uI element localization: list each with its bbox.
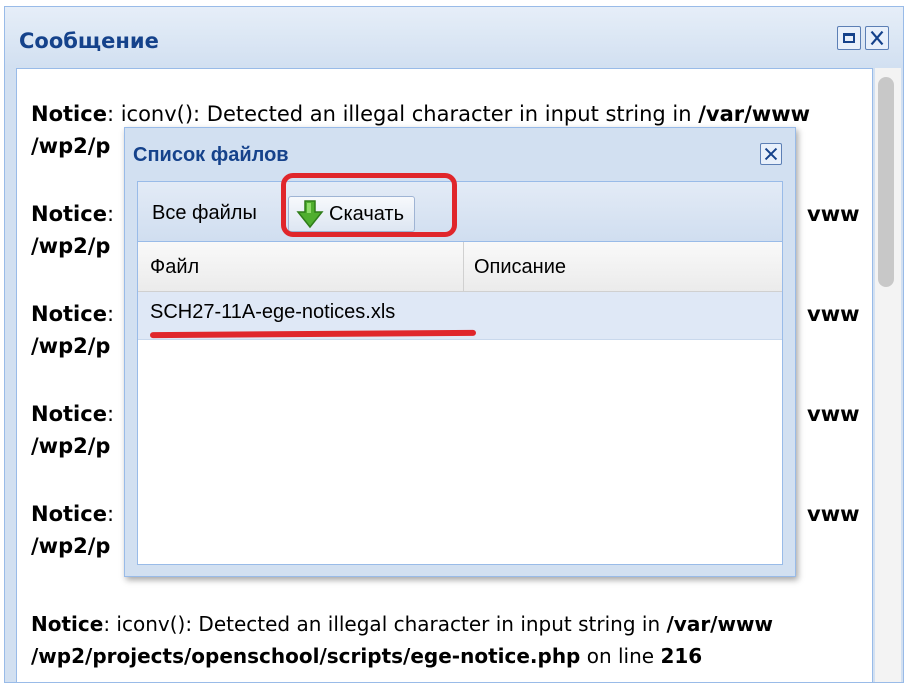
notice-path-tail: vww — [807, 302, 860, 326]
grid-header: Файл Описание — [138, 242, 782, 292]
scrollbar-thumb[interactable] — [878, 77, 894, 287]
maximize-icon — [843, 33, 855, 43]
dialog-toolbar: Все файлы Скачать — [138, 182, 782, 242]
message-window-header: Сообщение — [5, 7, 903, 67]
notice-path: /wp2/p — [31, 434, 111, 458]
column-header-file[interactable]: Файл — [150, 256, 199, 279]
download-highlight-annotation — [281, 173, 457, 237]
notice-path: /wp2/projects/openschool/scripts/ege-not… — [31, 644, 703, 668]
notice-path: /wp2/p — [31, 334, 111, 358]
all-files-button[interactable]: Все файлы — [152, 202, 257, 225]
message-window-title: Сообщение — [19, 29, 159, 53]
dialog-title: Список файлов — [133, 144, 289, 166]
column-header-description[interactable]: Описание — [474, 256, 566, 279]
file-name-cell[interactable]: SCH27-11A-ege-notices.xls — [150, 301, 395, 324]
notice-path-tail: vww — [807, 202, 860, 226]
notice-line: Notice: iconv(): Detected an illegal cha… — [31, 612, 773, 636]
notice-path: /wp2/p — [31, 234, 111, 258]
notice-path-tail: vww — [807, 402, 860, 426]
notice-path: /wp2/p — [31, 534, 111, 558]
notice-line: Notice: iconv(): Detected an illegal cha… — [31, 102, 811, 126]
file-list-dialog: Список файлов Все файлы Скачать Файл Опи… — [124, 127, 796, 577]
notice-path-tail: vww — [807, 502, 860, 526]
notice-line: Notice: — [31, 402, 115, 426]
file-grid-panel: Все файлы Скачать Файл Описание SCH27-11… — [137, 181, 783, 565]
close-icon — [870, 30, 884, 46]
notice-line: Notice: — [31, 202, 115, 226]
notice-line: Notice: — [31, 502, 115, 526]
dialog-close-button[interactable] — [760, 143, 782, 165]
maximize-button[interactable] — [837, 26, 861, 50]
column-divider[interactable] — [463, 242, 464, 291]
close-button[interactable] — [865, 26, 889, 50]
notice-line: Notice: — [31, 302, 115, 326]
notice-path: /wp2/p — [31, 134, 111, 158]
close-icon — [764, 147, 778, 161]
